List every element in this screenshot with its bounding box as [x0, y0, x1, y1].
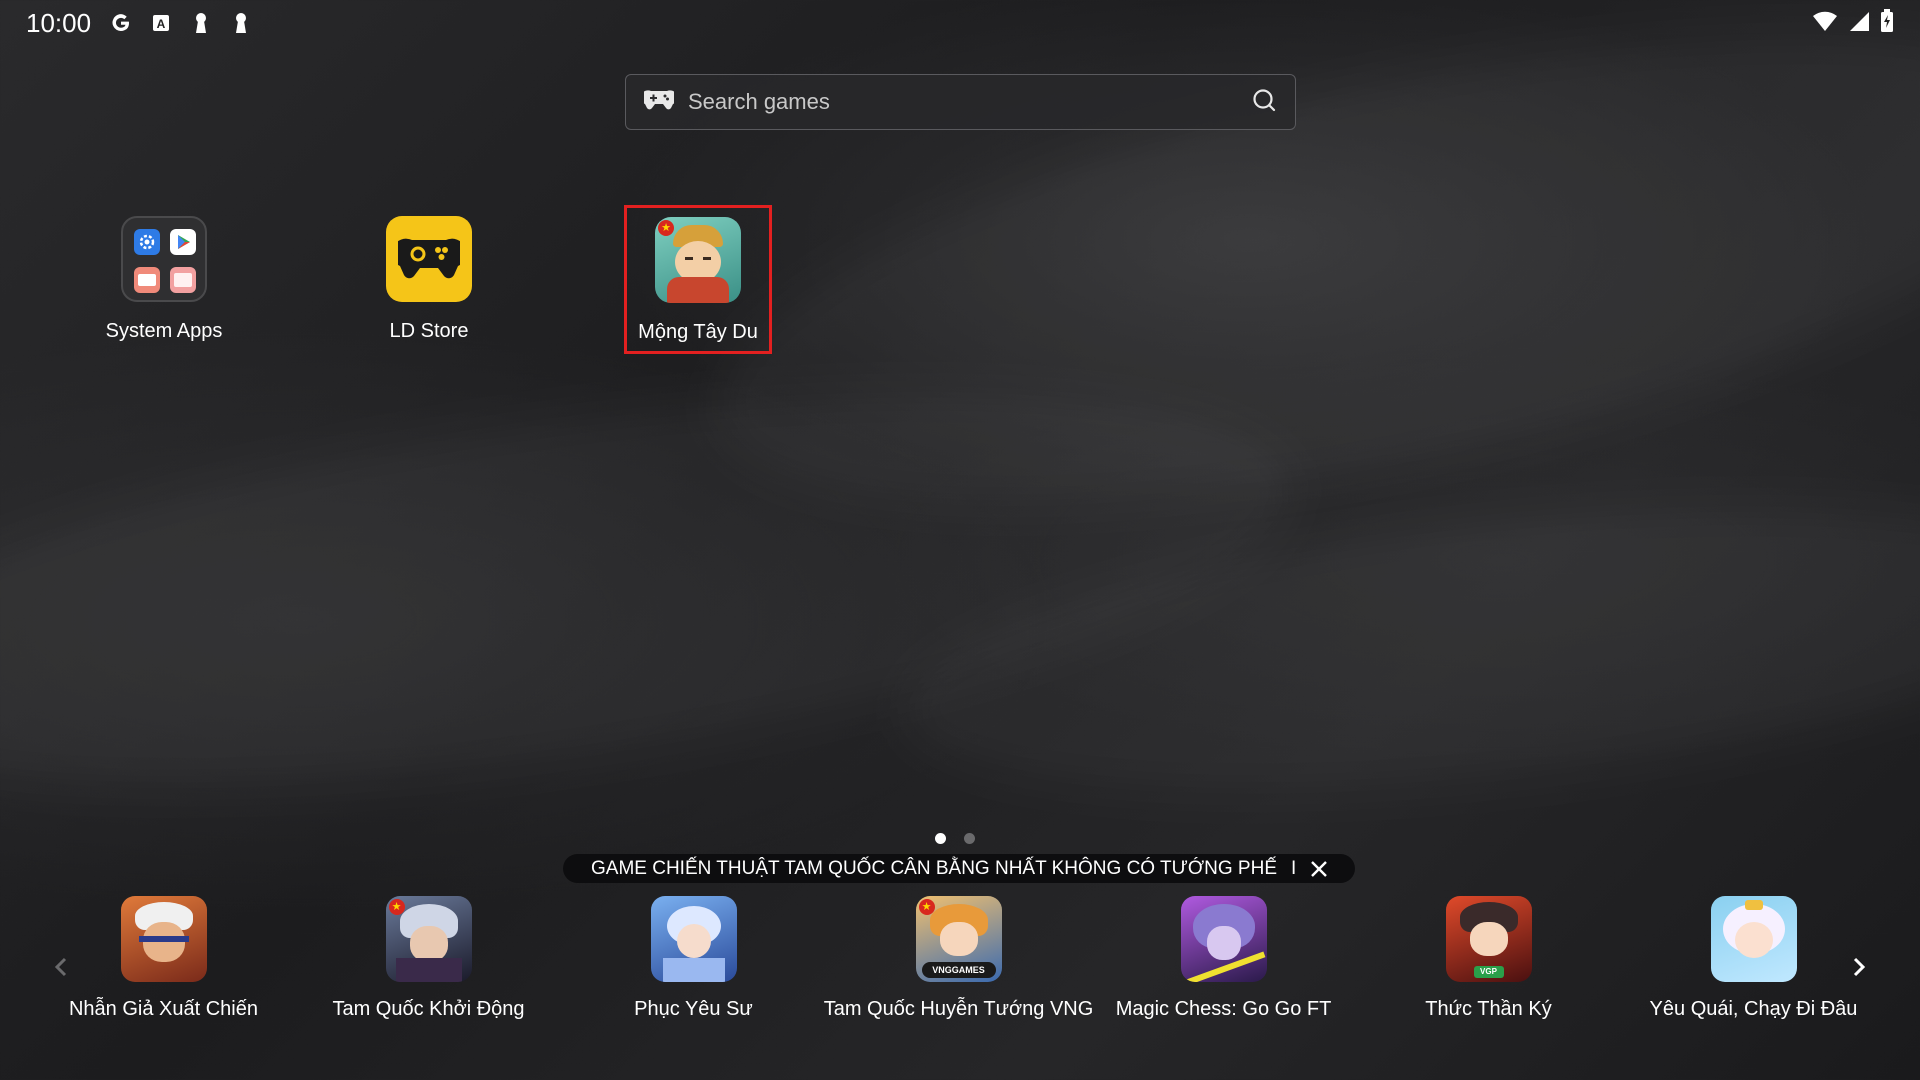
game-character-icon: ★: [655, 217, 741, 303]
dock-app-label: Yêu Quái, Chạy Đi Đâu: [1649, 998, 1858, 1020]
dock-app-label: Tam Quốc Huyễn Tướng VNG: [823, 998, 1094, 1020]
game-character-icon: VNGGAMES ★: [915, 896, 1002, 982]
app-label: System Apps: [105, 320, 223, 342]
dock-app-label: Phục Yêu Sư: [634, 998, 753, 1020]
svg-text:A: A: [157, 17, 166, 31]
game-character-icon: [1180, 896, 1267, 982]
app-label: Mộng Tây Du: [638, 321, 758, 343]
star-badge-icon: ★: [388, 899, 405, 915]
vnggames-badge: VNGGAMES: [921, 962, 996, 978]
wifi-icon: [1812, 10, 1838, 37]
page-indicator: [935, 833, 975, 844]
vgp-badge: VGP: [1473, 966, 1504, 978]
a-notification-icon: A: [149, 11, 173, 35]
dock-app-yeu-quai-chay-di-dau[interactable]: Yêu Quái, Chạy Đi Đâu: [1621, 896, 1886, 1021]
star-badge-icon: ★: [918, 899, 935, 915]
status-bar: 10:00 A: [0, 0, 1920, 46]
page-dot[interactable]: [964, 833, 975, 844]
dock-app-label: Thức Thần Ký: [1425, 998, 1552, 1020]
game-character-icon: [650, 896, 737, 982]
dock-app-magic-chess[interactable]: Magic Chess: Go Go FT: [1091, 896, 1356, 1021]
dock-app-label: Magic Chess: Go Go FT: [1115, 998, 1332, 1020]
keyhole-icon: [189, 11, 213, 35]
game-warrior-icon: [120, 896, 207, 982]
google-icon: [109, 11, 133, 35]
dock-app-nhan-gia-xuat-chien[interactable]: Nhẫn Giả Xuất Chiến: [31, 896, 296, 1021]
dock-app-tam-quoc-huyen-tuong-vng[interactable]: VNGGAMES ★ Tam Quốc Huyễn Tướng VNG: [823, 896, 1094, 1021]
banner-text: GAME CHIẾN THUẬT TAM QUỐC CÂN BẰNG NHẤT …: [591, 857, 1277, 879]
search-icon[interactable]: [1251, 87, 1277, 118]
dock-app-label: Nhẫn Giả Xuất Chiến: [68, 998, 258, 1020]
gamepad-icon: [640, 89, 678, 116]
game-character-icon: [1710, 896, 1797, 982]
status-time: 10:00: [26, 7, 92, 38]
app-ld-store[interactable]: LD Store: [355, 216, 503, 343]
banner-separator: I: [1291, 857, 1297, 879]
app-mong-tay-du[interactable]: ★ Mộng Tây Du: [624, 205, 772, 354]
dock-app-label: Tam Quốc Khởi Động: [332, 998, 525, 1020]
page-dot-active[interactable]: [935, 833, 946, 844]
dock-app-thuc-than-ky[interactable]: VGP Thức Thần Ký: [1356, 896, 1621, 1021]
gamepad-icon: [386, 216, 472, 302]
app-label: LD Store: [389, 320, 469, 342]
game-warrior-icon: ★: [385, 896, 472, 982]
game-character-icon: VGP: [1445, 896, 1532, 982]
battery-icon: [1880, 8, 1894, 38]
dock-app-phuc-yeu-su[interactable]: Phục Yêu Sư: [561, 896, 826, 1021]
keyhole-icon: [229, 11, 253, 35]
app-system-apps[interactable]: System Apps: [90, 216, 238, 343]
star-badge-icon: ★: [658, 220, 674, 236]
close-icon[interactable]: [1310, 860, 1328, 878]
search-input[interactable]: [688, 89, 1251, 115]
dock-app-tam-quoc-khoi-dong[interactable]: ★ Tam Quốc Khởi Động: [296, 896, 561, 1021]
cell-signal-icon: [1848, 10, 1870, 37]
promo-banner[interactable]: GAME CHIẾN THUẬT TAM QUỐC CÂN BẰNG NHẤT …: [563, 854, 1355, 883]
search-bar[interactable]: [625, 74, 1296, 130]
folder-icon: [121, 216, 207, 302]
